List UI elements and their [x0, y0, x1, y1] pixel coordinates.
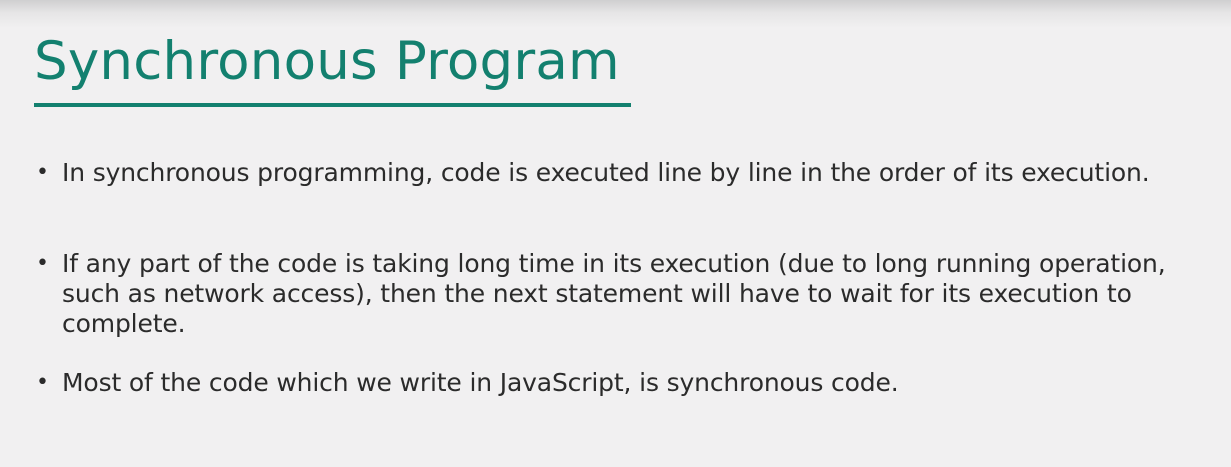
bullet-item: • In synchronous programming, code is ex…: [36, 158, 1206, 188]
bullet-text: In synchronous programming, code is exec…: [62, 158, 1150, 187]
bullet-item: • Most of the code which we write in Jav…: [36, 368, 1206, 398]
bullet-item: • If any part of the code is taking long…: [36, 249, 1206, 339]
bullet-icon: •: [36, 370, 49, 395]
slide: Synchronous Program • In synchronous pro…: [0, 0, 1231, 467]
title-underline: [34, 103, 631, 107]
bullet-text: If any part of the code is taking long t…: [62, 249, 1166, 338]
bullet-text: Most of the code which we write in JavaS…: [62, 368, 899, 397]
bullet-icon: •: [36, 160, 49, 185]
bullet-icon: •: [36, 251, 49, 276]
slide-title: Synchronous Program: [34, 31, 620, 92]
